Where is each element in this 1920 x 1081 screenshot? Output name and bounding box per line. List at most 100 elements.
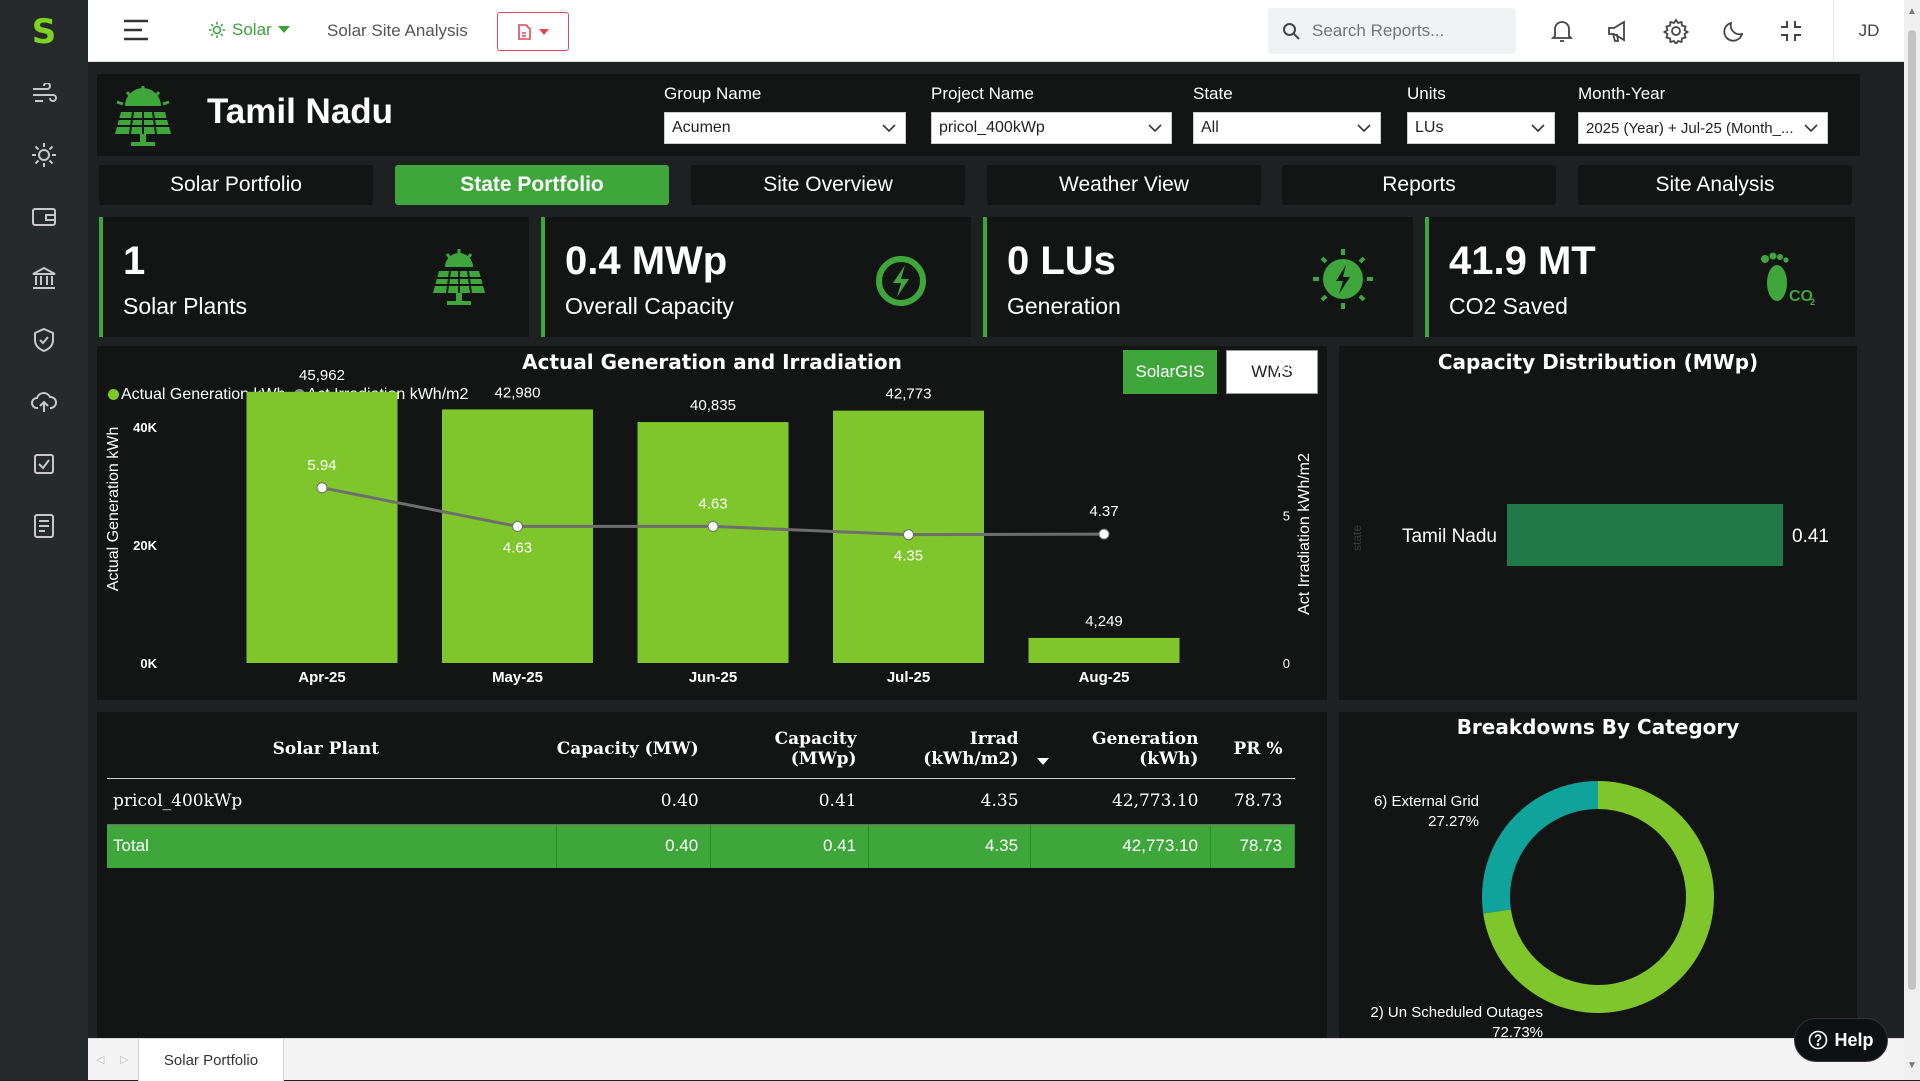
search-input[interactable] xyxy=(1312,21,1502,41)
search-icon xyxy=(1283,23,1300,40)
filter-label: Group Name xyxy=(664,84,762,103)
cloud-upload-icon[interactable] xyxy=(30,388,58,416)
line-data-label: 5.94 xyxy=(307,457,336,474)
line-point-irradiation[interactable] xyxy=(316,482,328,494)
bank-icon[interactable] xyxy=(30,264,58,292)
app-logo[interactable]: S xyxy=(30,14,58,50)
line-point-irradiation[interactable] xyxy=(903,529,914,541)
next-arrow-icon[interactable]: ▷ xyxy=(120,1053,128,1066)
x-tick-label: Jul-25 xyxy=(887,669,930,686)
scroll-down-icon[interactable]: ▼ xyxy=(1907,1060,1917,1071)
tab-reports[interactable]: Reports xyxy=(1282,165,1556,205)
bar-generation[interactable] xyxy=(246,391,398,663)
megaphone-icon[interactable] xyxy=(1605,17,1633,45)
sheet-tab-solar-portfolio[interactable]: Solar Portfolio xyxy=(138,1039,284,1081)
col-header-capacity-mwp[interactable]: Capacity (MWp) xyxy=(710,720,869,779)
kpi-overall-capacity: 0.4 MWp Overall Capacity xyxy=(541,217,971,337)
month-year-select[interactable]: 2025 (Year) + Jul-25 (Month_... xyxy=(1578,112,1828,144)
export-pdf-button[interactable] xyxy=(497,12,569,51)
wallet-icon[interactable] xyxy=(30,203,58,231)
x-tick-label: Aug-25 xyxy=(1079,669,1130,686)
line-point-irradiation[interactable] xyxy=(707,520,719,532)
bar-data-label: 40,835 xyxy=(690,397,736,414)
bar-generation[interactable] xyxy=(637,422,789,663)
col-header-irrad[interactable]: Irrad (kWh/m2) xyxy=(868,720,1031,779)
hamburger-menu-icon[interactable] xyxy=(122,18,150,44)
col-header-generation[interactable]: Generation (kWh) xyxy=(1030,720,1211,779)
bar-generation[interactable] xyxy=(442,409,593,663)
line-data-label: 4.35 xyxy=(894,548,923,565)
table-header-row: Solar Plant Capacity (MW) Capacity (MWp)… xyxy=(107,720,1295,779)
top-bar: Solar Solar Site Analysis JD xyxy=(88,0,1904,62)
search-box[interactable] xyxy=(1268,8,1516,54)
state-select[interactable]: All xyxy=(1193,112,1381,144)
total-label: Total xyxy=(107,824,558,868)
module-label: Solar xyxy=(232,20,272,39)
select-value: pricol_400kWp xyxy=(939,119,1045,136)
bell-icon[interactable] xyxy=(1548,17,1576,45)
sun-bolt-icon xyxy=(1313,249,1373,309)
cell-pr: 78.73 xyxy=(1210,778,1295,825)
generation-chart-svg: Actual Generation kWh Act Irradiation kWh… xyxy=(105,361,1313,686)
caret-down-icon xyxy=(539,28,549,35)
donut-slice[interactable] xyxy=(1482,781,1598,914)
page-title: Solar Site Analysis xyxy=(327,21,468,40)
bar-generation[interactable] xyxy=(1028,637,1180,663)
sort-desc-icon[interactable] xyxy=(1036,758,1049,766)
sun-icon[interactable] xyxy=(30,141,58,169)
tab-state-portfolio[interactable]: State Portfolio xyxy=(395,165,669,205)
filter-label: Month-Year xyxy=(1578,84,1666,103)
total-pr: 78.73 xyxy=(1210,824,1296,868)
gear-icon[interactable] xyxy=(1662,17,1690,45)
total-row: Total 0.40 0.41 4.35 42,773.10 78.73 xyxy=(107,824,1296,868)
chevron-down-icon xyxy=(1531,124,1545,133)
state-title: Tamil Nadu xyxy=(207,92,394,131)
prev-arrow-icon[interactable]: ◁ xyxy=(96,1053,104,1066)
y-axis-name: state xyxy=(1350,525,1364,551)
x-tick-label: Jun-25 xyxy=(689,669,737,686)
fullscreen-exit-icon[interactable] xyxy=(1777,17,1805,45)
report-icon[interactable] xyxy=(30,512,58,540)
x-tick-label: Apr-25 xyxy=(298,669,346,686)
page-scrollbar[interactable]: ▲ ▼ xyxy=(1904,0,1920,1080)
col-header-capacity-mw[interactable]: Capacity (MW) xyxy=(556,720,711,779)
line-data-label: 4.63 xyxy=(698,495,727,512)
state-filter: State All xyxy=(1193,84,1381,144)
help-button[interactable]: Help xyxy=(1794,1018,1888,1062)
user-avatar[interactable]: JD xyxy=(1833,0,1904,62)
shield-check-icon[interactable] xyxy=(30,326,58,354)
sidebar: S xyxy=(0,0,88,1080)
project-name-select[interactable]: pricol_400kWp xyxy=(931,112,1172,144)
kpi-value: 41.9 MT xyxy=(1449,239,1596,283)
line-point-irradiation[interactable] xyxy=(512,520,523,532)
tab-weather-view[interactable]: Weather View xyxy=(987,165,1261,205)
line-point-irradiation[interactable] xyxy=(1098,528,1110,540)
checkbox-icon[interactable] xyxy=(30,450,58,478)
line-data-label: 4.63 xyxy=(503,539,532,556)
tab-site-analysis[interactable]: Site Analysis xyxy=(1578,165,1852,205)
bar-capacity[interactable] xyxy=(1507,504,1783,566)
col-header-pr[interactable]: PR % xyxy=(1210,720,1295,779)
generation-irradiation-chart: Actual Generation and Irradiation SolarG… xyxy=(97,346,1327,700)
total-capacity-mwp: 0.41 xyxy=(710,824,870,868)
filter-label: State xyxy=(1193,84,1233,103)
dark-mode-moon-icon[interactable] xyxy=(1720,17,1748,45)
tab-solar-portfolio[interactable]: Solar Portfolio xyxy=(99,165,373,205)
select-value: Acumen xyxy=(672,119,731,136)
scroll-thumb[interactable] xyxy=(1908,30,1916,990)
bar-data-label: 45,962 xyxy=(299,367,345,384)
scroll-up-icon[interactable]: ▲ xyxy=(1907,6,1917,17)
group-name-select[interactable]: Acumen xyxy=(664,112,906,144)
y-axis-title: Actual Generation kWh xyxy=(105,427,122,592)
chevron-down-icon xyxy=(1804,124,1818,133)
month-year-filter: Month-Year 2025 (Year) + Jul-25 (Month_.… xyxy=(1578,84,1828,144)
tab-site-overview[interactable]: Site Overview xyxy=(691,165,965,205)
wind-icon[interactable] xyxy=(30,80,58,108)
sun-small-icon xyxy=(209,22,225,38)
table-row[interactable]: pricol_400kWp 0.40 0.41 4.35 42,773.10 7… xyxy=(107,778,1295,825)
units-select[interactable]: LUs xyxy=(1407,112,1555,144)
module-dropdown[interactable]: Solar xyxy=(208,20,290,40)
line-data-label: 4.37 xyxy=(1089,503,1118,520)
solar-panel-logo-icon xyxy=(115,86,171,146)
col-header-plant[interactable]: Solar Plant xyxy=(107,720,557,779)
